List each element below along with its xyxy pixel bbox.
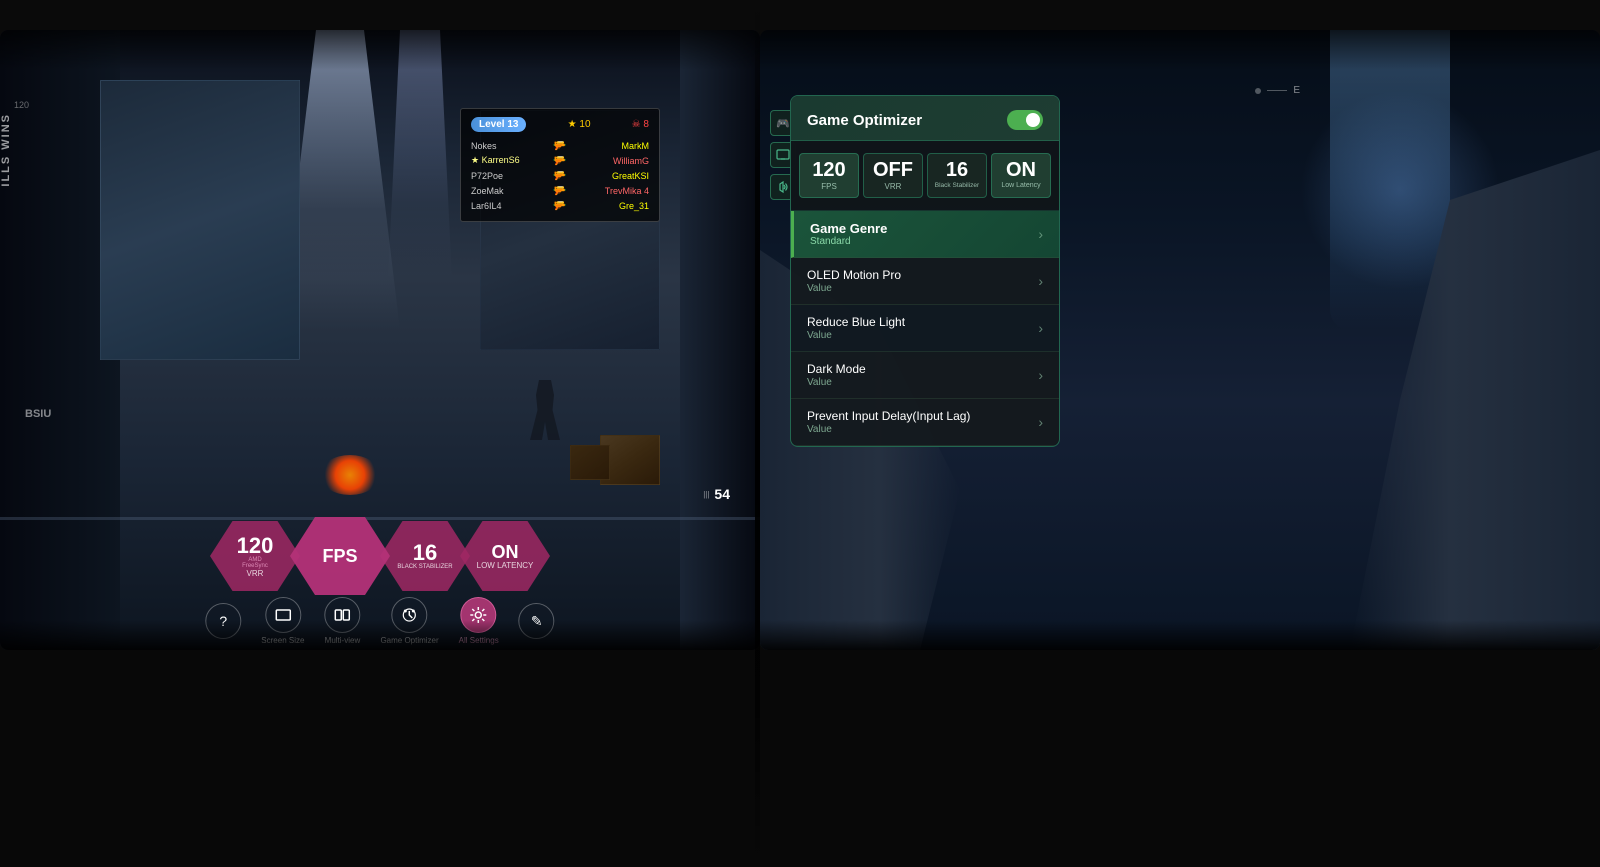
gun-icon-1: 🔫 [553, 139, 567, 152]
score-row-4: ZoeMak 🔫 TrevMika 4 [471, 183, 649, 198]
dark-mode-value: Value [807, 377, 866, 388]
dark-mode-title: Dark Mode [807, 362, 866, 376]
level-badge: Level 13 [471, 117, 526, 132]
optimizer-panel: Game Optimizer 120 FPS OFF VRR 16 Black … [790, 95, 1060, 447]
gun-icon-2: 🔫 [553, 154, 567, 167]
skull-count: ☠ 8 [632, 119, 649, 130]
optimizer-title: Game Optimizer [807, 112, 922, 129]
qs-fps-label: FPS [821, 182, 837, 191]
crate-2 [570, 445, 610, 480]
menu-item-reduce-blue[interactable]: Reduce Blue Light Value › [791, 305, 1059, 352]
building-mid [100, 80, 300, 360]
game-genre-value: Standard [810, 236, 887, 247]
score-row-3: P72Poe 🔫 GreatKSI [471, 168, 649, 183]
bottom-area [0, 620, 1600, 867]
input-delay-content: Prevent Input Delay(Input Lag) Value [807, 409, 970, 435]
gun-icon-3: 🔫 [553, 169, 567, 182]
nav-dot-1 [1255, 88, 1261, 94]
qs-low-lat: ON Low Latency [991, 153, 1051, 198]
stat-center-fps: FPS [290, 517, 390, 595]
input-delay-value: Value [807, 424, 970, 435]
quick-stats-row: 120 FPS OFF VRR 16 Black Stabilizer ON L… [791, 141, 1059, 211]
score-header: Level 13 ★ 10 ☠ 8 [471, 117, 649, 132]
reduce-blue-chevron: › [1038, 320, 1043, 336]
wall-right [680, 30, 760, 650]
screens-container: BSIU ||| 54 ills wins 120 Level 13 ★ 10 … [0, 0, 1600, 867]
qs-black-stab: 16 Black Stabilizer [927, 153, 987, 198]
nav-line-1 [1267, 90, 1287, 91]
stat-fps: 120 AMD FreeSync VRR [210, 521, 300, 591]
ammo-display: ||| 54 [703, 486, 730, 502]
dark-mode-content: Dark Mode Value [807, 362, 866, 388]
game-genre-chevron: › [1038, 226, 1043, 242]
ammo-count: 54 [714, 486, 730, 502]
qs-black-stab-val: 16 [946, 160, 968, 180]
stat-black-stab: 16 Black Stabilizer [380, 521, 470, 591]
top-nav-dots: E [1255, 85, 1300, 96]
game-genre-title: Game Genre [810, 221, 887, 236]
ills-wins-label: ills wins [0, 113, 12, 187]
right-vignette-bottom [760, 620, 1600, 650]
qs-fps-val: 120 [812, 160, 845, 180]
menu-item-game-genre[interactable]: Game Genre Standard › [791, 211, 1059, 258]
qs-vrr-val: OFF [873, 160, 913, 180]
muzzle-flash [320, 455, 380, 495]
oled-motion-chevron: › [1038, 273, 1043, 289]
left-screen: BSIU ||| 54 ills wins 120 Level 13 ★ 10 … [0, 30, 760, 650]
right-screen: E 🎮 Game Opti [760, 30, 1600, 650]
menu-item-oled-motion[interactable]: OLED Motion Pro Value › [791, 258, 1059, 305]
oled-motion-content: OLED Motion Pro Value [807, 268, 901, 294]
right-vignette-top [760, 30, 1600, 70]
oled-motion-title: OLED Motion Pro [807, 268, 901, 282]
qs-fps: 120 FPS [799, 153, 859, 198]
game-genre-content: Game Genre Standard [810, 221, 887, 247]
menu-item-input-delay[interactable]: Prevent Input Delay(Input Lag) Value › [791, 399, 1059, 446]
input-delay-chevron: › [1038, 414, 1043, 430]
scoreboard: Level 13 ★ 10 ☠ 8 Nokes 🔫 MarkM ★ Karren… [460, 108, 660, 222]
menu-section: Game Genre Standard › OLED Motion Pro Va… [791, 211, 1059, 446]
bsiu-label: BSIU [25, 408, 51, 420]
reduce-blue-value: Value [807, 330, 905, 341]
optimizer-header: Game Optimizer [791, 96, 1059, 141]
screen-separator [755, 0, 760, 867]
score-row-2: ★ KarrenS6 🔫 WilliamG [471, 153, 649, 168]
oled-motion-value: Value [807, 283, 901, 294]
fps-indicator-topleft: 120 [14, 100, 29, 110]
qs-black-stab-label: Black Stabilizer [935, 182, 979, 189]
qs-vrr: OFF VRR [863, 153, 923, 198]
score-row-1: Nokes 🔫 MarkM [471, 138, 649, 153]
gun-icon-4: 🔫 [553, 184, 567, 197]
reduce-blue-content: Reduce Blue Light Value [807, 315, 905, 341]
optimizer-toggle[interactable] [1007, 110, 1043, 130]
qs-low-lat-label: Low Latency [1001, 182, 1040, 189]
stat-low-lat: ON Low Latency [460, 521, 550, 591]
score-row-5: Lar6IL4 🔫 Gre_31 [471, 198, 649, 213]
left-vignette-top [0, 30, 760, 70]
input-delay-title: Prevent Input Delay(Input Lag) [807, 409, 970, 423]
reduce-blue-title: Reduce Blue Light [807, 315, 905, 329]
nav-label-e: E [1293, 85, 1300, 96]
qs-low-lat-val: ON [1006, 160, 1036, 180]
stats-bar: 120 AMD FreeSync VRR FPS 16 Black Stabil… [215, 517, 545, 595]
dark-mode-chevron: › [1038, 367, 1043, 383]
star-count: ★ 10 [568, 119, 591, 130]
gun-icon-5: 🔫 [553, 199, 567, 212]
left-vignette-bottom [0, 620, 760, 650]
qs-vrr-label: VRR [885, 182, 902, 191]
menu-item-dark-mode[interactable]: Dark Mode Value › [791, 352, 1059, 399]
